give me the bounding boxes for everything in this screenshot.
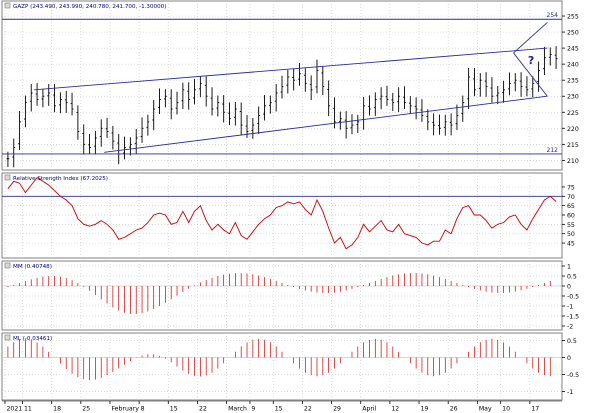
level-label: 254 <box>547 12 559 19</box>
x-tick-label: 18 <box>53 406 61 413</box>
y-tick-label: 225 <box>567 110 579 117</box>
pane-3-frame <box>1 260 563 331</box>
y-tick-label: 210 <box>567 158 579 165</box>
x-tick-label: 12 <box>391 406 399 413</box>
y-tick-label: 215 <box>567 142 579 149</box>
y-tick-label: 75 <box>567 184 575 191</box>
pane-title: MM (0.40748) <box>13 264 52 270</box>
y-tick-label: 45 <box>567 241 575 248</box>
y-tick-label: 230 <box>567 94 579 101</box>
pane-icon <box>4 174 11 181</box>
pane-icon <box>4 2 11 9</box>
y-tick-label: 0.5 <box>567 274 577 281</box>
x-tick-label: February <box>111 406 139 413</box>
y-tick-label: 245 <box>567 46 579 53</box>
y-tick-label: -1 <box>567 304 573 311</box>
y-tick-label: 70 <box>567 194 575 201</box>
pane-icon <box>4 262 11 269</box>
x-tick-label: 17 <box>531 406 539 413</box>
y-tick-label: 60 <box>567 213 575 220</box>
y-tick-label: 1 <box>567 264 571 271</box>
y-tick-label: 235 <box>567 78 579 85</box>
stock-chart: 210215220225230235240245250255GAZP (243.… <box>1 0 579 413</box>
y-tick-label: -0.5 <box>567 294 579 301</box>
level-label: 212 <box>547 147 559 154</box>
question-annotation: ? <box>528 54 534 67</box>
x-tick-label: 15 <box>275 406 283 413</box>
y-tick-label: -1 <box>567 389 573 396</box>
x-tick-label: 19 <box>421 406 429 413</box>
x-tick-label: 2021 <box>7 406 23 413</box>
y-tick-label: 55 <box>567 222 575 229</box>
x-tick-label: 26 <box>450 406 458 413</box>
y-tick-label: 0 <box>567 355 571 362</box>
x-tick-label: 10 <box>502 406 510 413</box>
y-tick-label: 255 <box>567 14 579 21</box>
x-tick-label: 15 <box>170 406 178 413</box>
x-tick-label: 22 <box>199 406 207 413</box>
y-tick-label: -2 <box>567 324 573 331</box>
pane-icon <box>4 334 11 341</box>
pane-title: GAZP (243.490, 243.990, 240.780, 241.700… <box>13 4 166 10</box>
pane-2-frame <box>1 172 563 259</box>
x-tick-label: 8 <box>141 406 145 413</box>
x-tick-label: 29 <box>333 406 341 413</box>
x-tick-label: 22 <box>304 406 312 413</box>
x-tick-label: April <box>362 406 376 413</box>
x-tick-label: May <box>479 406 492 413</box>
x-tick-label: 25 <box>82 406 90 413</box>
pane-4-frame <box>1 332 563 401</box>
y-tick-label: 0.5 <box>567 338 577 345</box>
y-tick-label: 250 <box>567 30 579 37</box>
y-tick-label: 50 <box>567 231 575 238</box>
y-tick-label: 0 <box>567 284 571 291</box>
y-tick-label: 65 <box>567 203 575 210</box>
y-tick-label: 220 <box>567 126 579 133</box>
y-tick-label: -0.5 <box>567 372 579 379</box>
y-tick-label: -1.5 <box>567 314 579 321</box>
y-tick-label: 240 <box>567 62 579 69</box>
pane-title: Relative Strength Index (67.2025) <box>13 176 108 182</box>
pane-title: ML (-0.03461) <box>13 336 52 342</box>
x-tick-label: March <box>228 406 247 413</box>
x-tick-label: 9 <box>251 406 255 413</box>
x-tick-label: 11 <box>24 406 32 413</box>
